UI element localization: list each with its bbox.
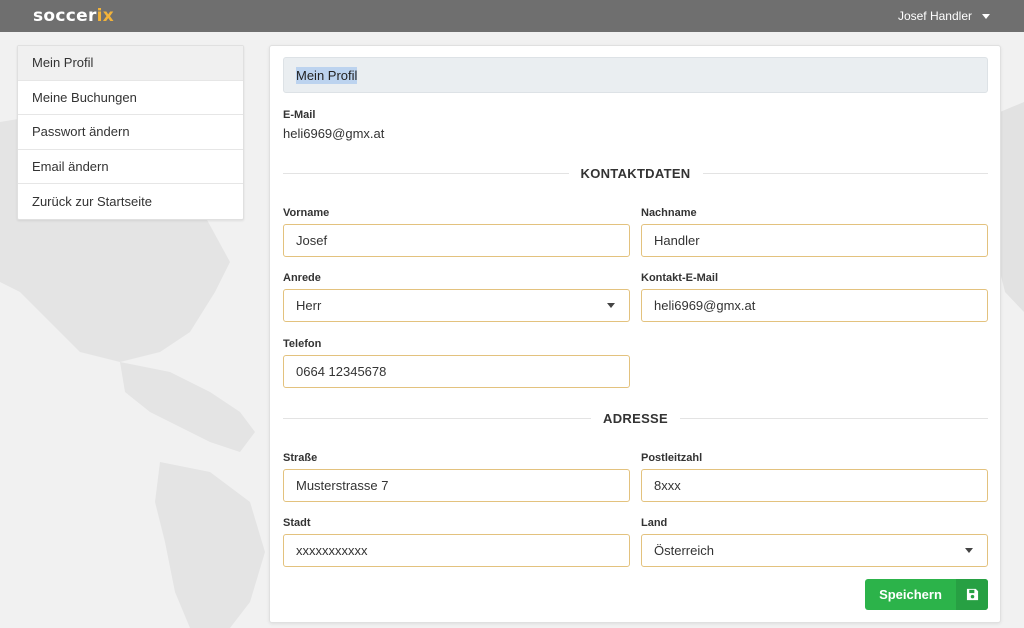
logo-accent-text: ix: [96, 6, 115, 26]
floppy-disk-icon: [956, 579, 988, 610]
land-select[interactable]: Österreich: [641, 534, 988, 567]
vorname-label: Vorname: [283, 207, 330, 219]
profile-panel: Mein Profil E-Mail heli6969@gmx.at KONTA…: [269, 45, 1001, 623]
postleitzahl-label: Postleitzahl: [641, 452, 703, 464]
section-adresse: ADRESSE: [283, 408, 989, 428]
anrede-selected-value: Herr: [296, 298, 322, 313]
save-button[interactable]: Speichern: [865, 579, 988, 610]
soccerix-logo[interactable]: soccerix: [33, 6, 114, 26]
anrede-label: Anrede: [283, 272, 321, 284]
sidebar-item-passwort-aendern[interactable]: Passwort ändern: [18, 115, 243, 150]
telefon-label: Telefon: [283, 338, 322, 350]
panel-title: Mein Profil: [296, 66, 358, 84]
section-title-kontaktdaten: KONTAKTDATEN: [580, 165, 691, 181]
sidebar-item-zurueck-startseite[interactable]: Zurück zur Startseite: [18, 184, 243, 219]
section-title-adresse: ADRESSE: [603, 410, 668, 426]
sidebar-item-mein-profil[interactable]: Mein Profil: [18, 46, 243, 81]
land-selected-value: Österreich: [654, 543, 714, 558]
section-kontaktdaten: KONTAKTDATEN: [283, 163, 988, 183]
save-button-label: Speichern: [879, 587, 942, 602]
top-navbar: soccerix Josef Handler: [0, 0, 1024, 32]
section-divider: [702, 172, 988, 174]
anrede-select[interactable]: Herr: [283, 289, 630, 322]
user-name: Josef Handler: [897, 9, 972, 23]
kontakt-email-label: Kontakt-E-Mail: [641, 272, 718, 284]
kontakt-email-input[interactable]: [641, 289, 988, 322]
caret-down-icon: [607, 303, 615, 308]
strasse-label: Straße: [283, 452, 318, 464]
panel-header: Mein Profil: [283, 57, 988, 93]
stadt-input[interactable]: [283, 534, 630, 567]
stadt-label: Stadt: [283, 517, 311, 529]
sidebar-item-meine-buchungen[interactable]: Meine Buchungen: [18, 81, 243, 116]
nachname-label: Nachname: [641, 207, 697, 219]
telefon-input[interactable]: [283, 355, 630, 388]
section-divider: [283, 417, 592, 419]
nachname-input[interactable]: [641, 224, 988, 257]
caret-down-icon: [965, 548, 973, 553]
email-label: E-Mail: [283, 109, 316, 121]
sidebar-item-email-aendern[interactable]: Email ändern: [18, 150, 243, 185]
caret-down-icon: [982, 13, 990, 19]
vorname-input[interactable]: [283, 224, 630, 257]
strasse-input[interactable]: [283, 469, 630, 502]
section-divider: [283, 172, 569, 174]
profile-sidebar: Mein Profil Meine Buchungen Passwort änd…: [17, 45, 244, 220]
user-menu-toggle[interactable]: Josef Handler: [898, 9, 990, 23]
land-label: Land: [641, 517, 668, 529]
logo-main-text: soccer: [33, 6, 97, 26]
postleitzahl-input[interactable]: [641, 469, 988, 502]
section-divider: [679, 417, 989, 419]
email-value: heli6969@gmx.at: [283, 126, 385, 141]
